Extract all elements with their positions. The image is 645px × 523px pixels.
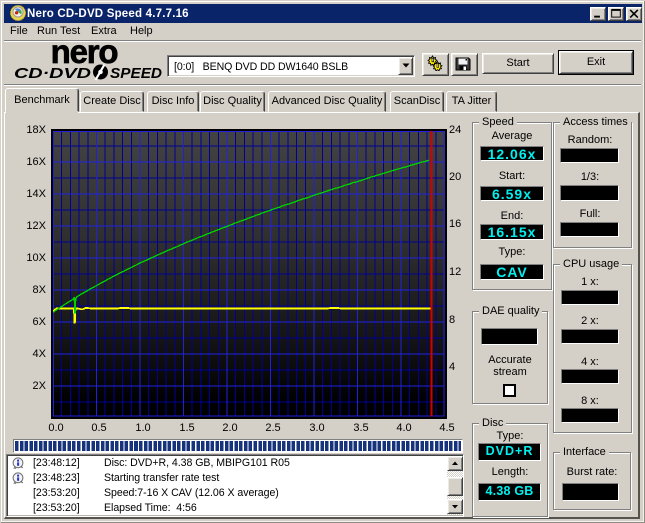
svg-text:SPEED: SPEED: [110, 65, 162, 81]
svg-text:CD·DVD: CD·DVD: [14, 65, 91, 81]
